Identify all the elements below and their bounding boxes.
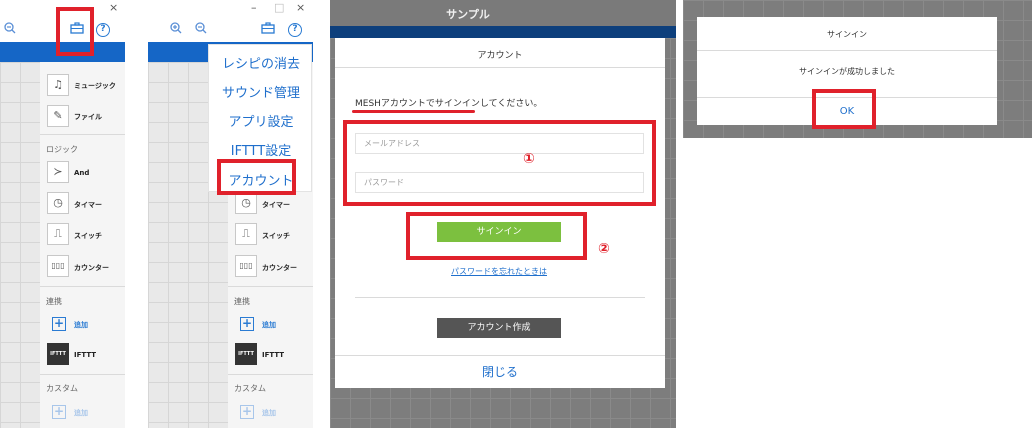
window-titlebar: サンプル: [330, 0, 676, 26]
highlight-ok: [812, 89, 876, 129]
and-icon[interactable]: ≻: [47, 161, 69, 183]
close-icon[interactable]: ×: [109, 1, 118, 14]
menu-item-ifttt-settings[interactable]: IFTTT設定: [209, 140, 313, 159]
add-icon[interactable]: +: [52, 405, 66, 419]
highlight-toolbox: [56, 7, 94, 56]
add-icon[interactable]: +: [240, 317, 254, 331]
add-label[interactable]: 追加: [262, 408, 276, 418]
switch-icon[interactable]: ⎍: [235, 223, 257, 245]
add-label[interactable]: 追加: [262, 320, 276, 330]
panel-4: サインイン サインインが成功しました OK: [683, 0, 1032, 138]
divider: [40, 134, 125, 135]
divider: [697, 50, 997, 51]
divider: [40, 286, 125, 287]
palette-item-label: And: [74, 169, 90, 177]
menu-item-app-settings[interactable]: アプリ設定: [209, 111, 313, 130]
create-account-button[interactable]: アカウント作成: [437, 318, 561, 338]
counter-icon[interactable]: ▯▯▯: [235, 255, 257, 277]
help-icon[interactable]: ?: [96, 23, 110, 37]
timer-icon[interactable]: ◷: [47, 192, 69, 214]
close-icon[interactable]: ×: [296, 1, 305, 14]
window-title: サンプル: [446, 8, 490, 21]
zoom-out-icon[interactable]: [195, 22, 207, 37]
dimmed-header-bar: [330, 26, 676, 38]
panel-1: × ? ♫ ミュージック ✎ ファイル ロジック ≻ And ◷ タイマー ⎍ …: [0, 0, 125, 428]
highlight-credentials: [343, 120, 656, 206]
canvas-area: [0, 62, 40, 428]
file-icon[interactable]: ✎: [47, 105, 69, 127]
music-note-icon[interactable]: ♫: [47, 74, 69, 96]
ifttt-icon[interactable]: IFTTT: [47, 343, 69, 365]
toolbox-icon[interactable]: [261, 22, 275, 38]
palette-item-label: ミュージック: [74, 82, 116, 90]
section-title-custom: カスタム: [234, 384, 266, 393]
section-title-link: 連携: [234, 297, 250, 306]
palette-item-label: ファイル: [74, 113, 102, 121]
ifttt-icon[interactable]: IFTTT: [235, 343, 257, 365]
zoom-out-icon[interactable]: [4, 22, 16, 37]
timer-icon[interactable]: ◷: [235, 192, 257, 214]
add-icon[interactable]: +: [52, 317, 66, 331]
instruction-underline: [352, 110, 475, 113]
add-label[interactable]: 追加: [74, 408, 88, 418]
add-icon[interactable]: +: [240, 405, 254, 419]
menu-item-sound-management[interactable]: サウンド管理: [209, 82, 313, 101]
panel-3: サンプル アカウント MESHアカウントでサインインしてください。 メールアドレ…: [330, 0, 676, 428]
palette-sidebar: ♫ ミュージック ✎ ファイル ロジック ≻ And ◷ タイマー ⎍ スイッチ…: [40, 62, 125, 428]
palette-item-label: カウンター: [262, 264, 297, 272]
divider: [335, 67, 665, 68]
marker-2: ②: [598, 241, 610, 257]
panel-2: – □ × ? ◷ タイマー ⎍ スイッチ ▯▯▯ カウンター 連携 + 追加 …: [148, 0, 313, 428]
palette-item-label: タイマー: [262, 201, 290, 209]
success-message: サインインが成功しました: [799, 67, 895, 76]
dialog-title: サインイン: [827, 30, 867, 39]
forgot-password-link[interactable]: パスワードを忘れたときは: [335, 266, 663, 277]
palette-item-label: スイッチ: [74, 232, 102, 240]
palette-item-label: スイッチ: [262, 232, 290, 240]
divider: [355, 297, 645, 298]
close-button[interactable]: 閉じる: [335, 363, 665, 380]
switch-icon[interactable]: ⎍: [47, 223, 69, 245]
palette-item-label: タイマー: [74, 201, 102, 209]
highlight-account-item: [217, 159, 296, 195]
zoom-in-icon[interactable]: [170, 22, 182, 37]
divider: [40, 374, 125, 375]
menu-item-clear-recipe[interactable]: レシピの消去: [209, 53, 313, 72]
help-icon[interactable]: ?: [288, 23, 302, 37]
section-title-logic: ロジック: [46, 145, 78, 154]
minimize-icon[interactable]: –: [251, 1, 257, 14]
section-title-link: 連携: [46, 297, 62, 306]
section-title-custom: カスタム: [46, 384, 78, 393]
highlight-signin: [406, 212, 587, 260]
dialog-title: アカウント: [477, 51, 523, 61]
divider: [228, 286, 313, 287]
ifttt-label: IFTTT: [74, 351, 97, 359]
ifttt-label: IFTTT: [262, 351, 285, 359]
palette-item-label: カウンター: [74, 264, 109, 272]
add-label[interactable]: 追加: [74, 320, 88, 330]
divider: [335, 355, 665, 356]
signin-instruction: MESHアカウントでサインインしてください。: [355, 99, 543, 109]
divider: [228, 374, 313, 375]
maximize-icon[interactable]: □: [274, 1, 284, 14]
counter-icon[interactable]: ▯▯▯: [47, 255, 69, 277]
